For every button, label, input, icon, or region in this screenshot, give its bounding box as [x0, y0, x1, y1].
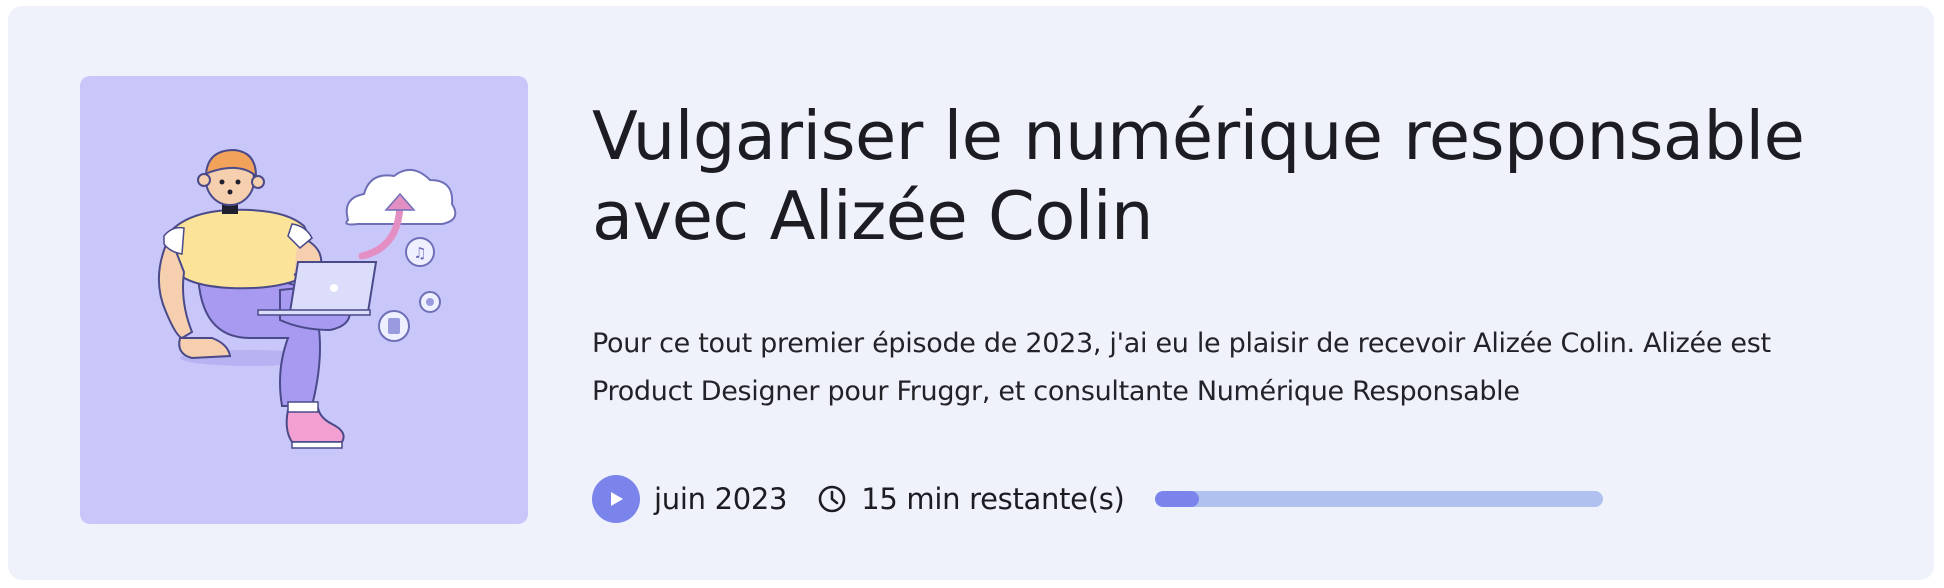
svg-text:♫: ♫ [413, 244, 426, 262]
remaining-time: 15 min restante(s) [861, 482, 1125, 516]
progress-bar[interactable] [1154, 491, 1603, 507]
episode-description: Pour ce tout premier épisode de 2023, j'… [592, 328, 1771, 407]
episode-cover-image[interactable]: ♫ [80, 76, 528, 524]
illustration-person-laptop-icon: ♫ [157, 148, 457, 449]
episode-title[interactable]: Vulgariser le numérique responsable avec… [592, 96, 1922, 256]
episode-card[interactable]: ♫ Vulgariser le numérique responsable av… [8, 6, 1934, 580]
play-icon [611, 492, 623, 506]
episode-meta: juin 2023 15 min restante(s) [592, 475, 1603, 523]
episode-date: juin 2023 [654, 482, 788, 516]
clock-icon [818, 485, 846, 513]
play-button[interactable] [592, 475, 640, 523]
progress-fill [1154, 491, 1200, 507]
